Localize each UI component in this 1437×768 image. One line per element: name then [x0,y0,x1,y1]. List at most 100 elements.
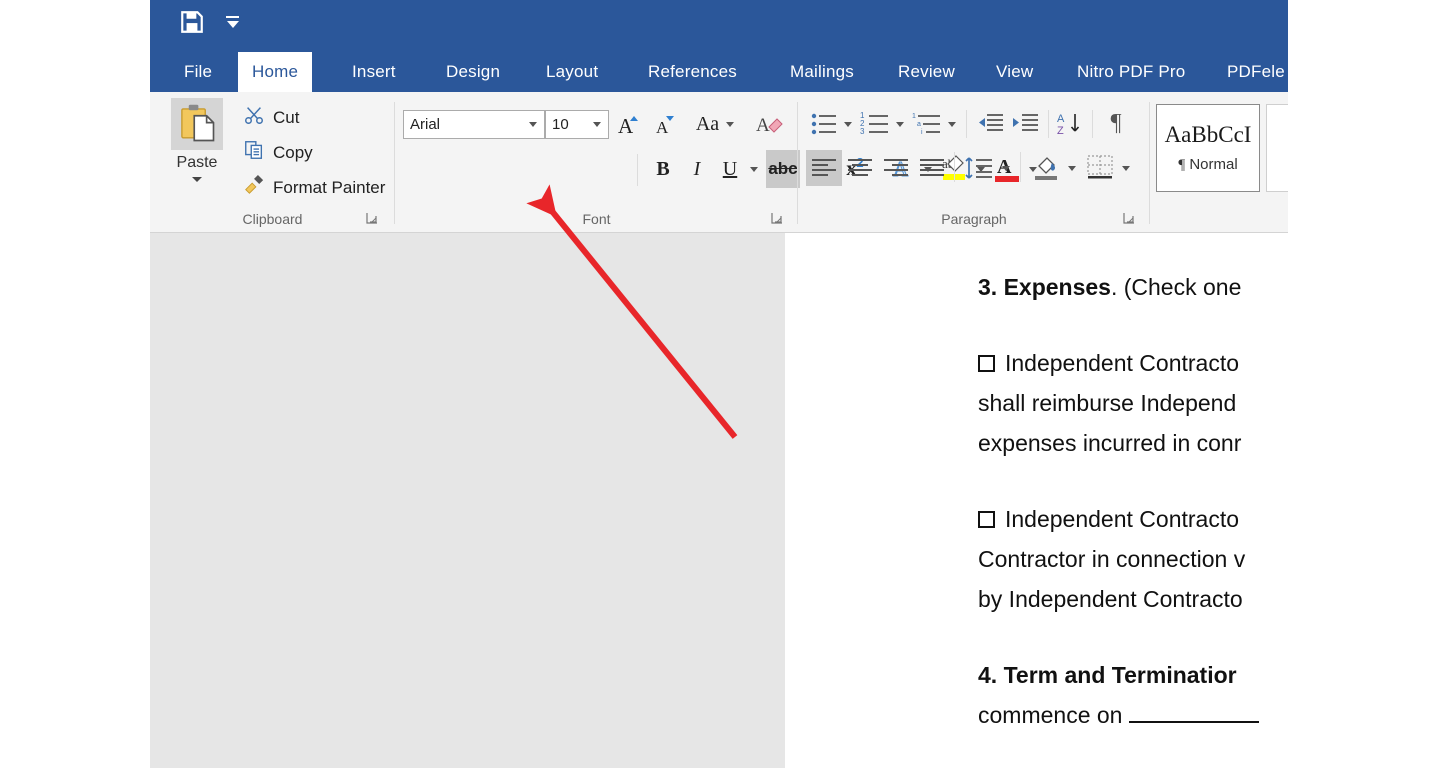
heading-expenses: 3. Expenses. (Check one [978,267,1288,307]
bullets-dropdown[interactable] [840,110,856,138]
copy-label: Copy [273,142,313,162]
change-case-button[interactable]: Aa [691,108,739,140]
font-dialog-launcher[interactable] [770,211,784,225]
increase-indent-button[interactable] [1009,108,1041,140]
copy-button[interactable]: Copy [243,139,313,166]
align-center-button[interactable] [842,150,878,186]
word-application-window: File Home Insert Design Layout References Mail… [150,0,1288,768]
style-normal-preview: AaBbCcI [1164,122,1252,147]
term-heading-label: 4. Term and Terminatior [978,662,1237,688]
grow-font-button[interactable]: A [613,108,645,140]
line-and-paragraph-spacing-button[interactable] [961,150,997,186]
font-name-chevron-down-icon[interactable] [529,122,537,127]
format-painter-button[interactable]: Format Painter [243,174,385,201]
underline-button[interactable]: U [715,154,745,184]
justify-button[interactable] [914,150,950,186]
paste-label: Paste [176,154,218,171]
document-canvas[interactable]: Other 3. Expenses. (Check one Independen… [150,233,1288,768]
term-blank-line [1128,721,1259,723]
style-next[interactable]: A ¶ [1266,104,1288,192]
svg-text:A: A [656,118,669,137]
ribbon-tab-references[interactable]: References [634,52,751,92]
font-name-value: Arial [410,116,441,133]
italic-glyph: I [693,157,701,180]
ribbon-tab-insert[interactable]: Insert [338,52,410,92]
numbering-button[interactable]: 1 2 3 [858,108,892,140]
align-left-button[interactable] [806,150,842,186]
ribbon-tab-file[interactable]: File [170,52,226,92]
sort-button[interactable]: A Z [1054,108,1088,140]
italic-button[interactable]: I [682,154,712,184]
ribbon-group-font: Arial 10 A A Aa A B I U abc x 2 A Font [395,92,1037,233]
multilevel-list-dropdown[interactable] [944,110,960,138]
shading-dropdown[interactable] [1064,154,1080,182]
strikethrough-button[interactable]: abc [766,150,800,188]
clear-all-formatting-button[interactable]: A [753,108,787,140]
group-label-font: Font [582,211,611,227]
style-normal[interactable]: AaBbCcI ¶ Normal [1156,104,1260,192]
multilevel-list-button[interactable]: 1 a i [910,108,944,140]
ribbon-tab-review[interactable]: Review [884,52,969,92]
show-formatting-marks-button[interactable]: ¶ [1100,106,1132,140]
quick-access-toolbar [178,8,239,36]
ribbon-tab-strip: File Home Insert Design Layout References Mail… [150,52,1288,92]
svg-text:1: 1 [912,113,916,120]
document-text[interactable]: Other 3. Expenses. (Check one Independen… [978,233,1288,753]
ribbon-tab-pdfele[interactable]: PDFele [1213,52,1288,92]
ribbon-tab-view[interactable]: View [982,52,1047,92]
paste-dropdown-caret-icon[interactable] [192,177,202,182]
ribbon-tab-design[interactable]: Design [432,52,514,92]
heading-term-termination: 4. Term and Terminatior commence on [978,655,1288,735]
borders-chevron-down-icon [1122,165,1130,171]
ribbon-tab-layout[interactable]: Layout [532,52,612,92]
font-size-chevron-down-icon[interactable] [593,122,601,127]
expenses-option-1: Independent Contracto shall reimburse In… [978,343,1288,463]
ribbon-group-paragraph: 1 2 3 1 a i A Z ¶ Paragraph [798,92,1150,233]
svg-text:A: A [756,115,770,136]
screenshot-root: File Home Insert Design Layout References Mail… [0,0,1437,768]
style-normal-name: ¶ Normal [1178,156,1238,173]
svg-text:i: i [921,129,923,136]
svg-text:Z: Z [1057,125,1064,137]
bold-button[interactable]: B [648,154,678,184]
paste-button[interactable]: Paste [166,98,228,196]
paragraph-dialog-launcher[interactable] [1122,211,1136,225]
checkbox-expenses-option-1[interactable] [978,355,995,372]
option2-line3: by Independent Contracto [978,586,1243,612]
borders-dropdown[interactable] [1118,154,1134,182]
ribbon-tab-mailings[interactable]: Mailings [776,52,868,92]
underline-chevron-down-icon [750,166,758,172]
bullets-chevron-down-icon [844,121,852,127]
numbering-dropdown[interactable] [892,110,908,138]
shading-button[interactable] [1028,148,1064,186]
align-right-button[interactable] [878,150,914,186]
customize-quick-access-toolbar-icon[interactable] [226,16,239,28]
title-bar [150,0,1288,52]
ribbon-group-styles: AaBbCcI ¶ Normal A ¶ [1150,92,1288,233]
term-line2: commence on [978,695,1288,735]
font-name-input[interactable]: Arial [403,110,545,139]
format-painter-label: Format Painter [273,177,386,197]
cut-button[interactable]: Cut [243,104,299,131]
numbering-chevron-down-icon [896,121,904,127]
option1-line1: Independent Contracto [1005,350,1240,376]
shrink-font-button[interactable]: A [649,108,681,140]
decrease-indent-button[interactable] [974,108,1006,140]
save-icon[interactable] [178,8,206,36]
svg-text:a: a [917,121,921,128]
ribbon-tab-nitro-pdf-pro[interactable]: Nitro PDF Pro [1063,52,1199,92]
group-label-clipboard: Clipboard [242,211,303,227]
borders-button[interactable] [1082,148,1118,186]
underline-dropdown-button[interactable] [746,154,762,184]
font-size-input[interactable]: 10 [545,110,609,139]
checkbox-expenses-option-2[interactable] [978,511,995,528]
bullets-button[interactable] [808,108,840,140]
scissors-icon [243,104,265,131]
ribbon-tab-home[interactable]: Home [238,52,313,92]
multilevel-chevron-down-icon [948,121,956,127]
clipboard-dialog-launcher[interactable] [365,211,379,225]
expenses-number-label: 3. Expenses [978,274,1111,300]
document-page[interactable]: Other 3. Expenses. (Check one Independen… [785,233,1288,768]
line-spacing-dropdown[interactable] [998,154,1014,182]
svg-text:A: A [618,114,634,137]
